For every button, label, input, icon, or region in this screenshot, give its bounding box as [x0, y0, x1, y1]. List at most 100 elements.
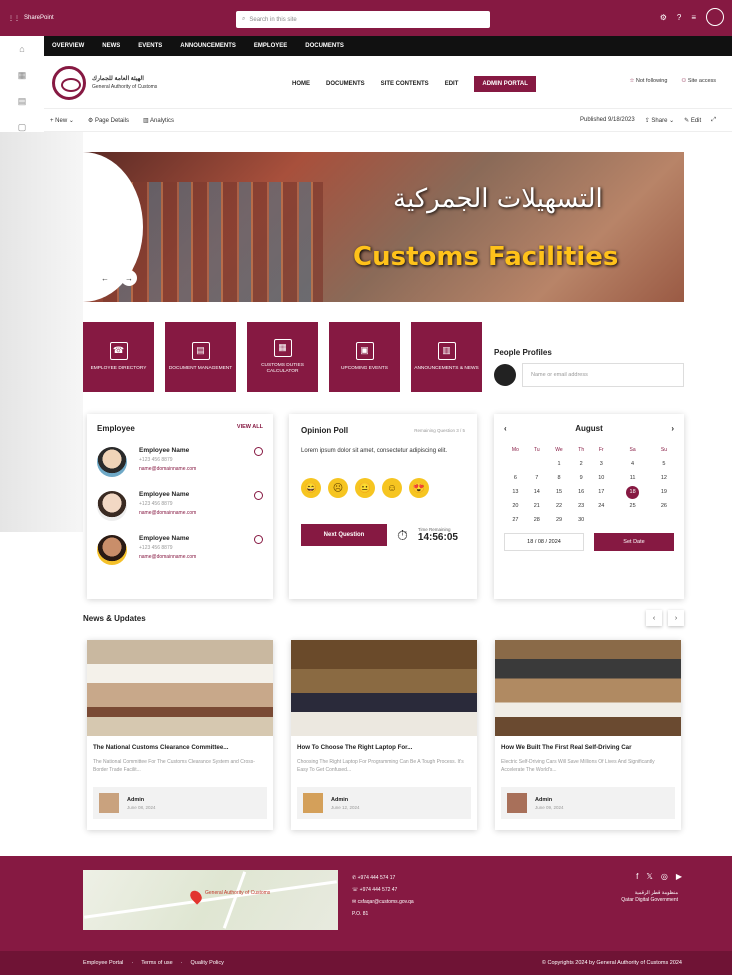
- app-launcher[interactable]: ⋮⋮ SharePoint: [0, 15, 230, 22]
- next-month-button[interactable]: ›: [671, 424, 674, 433]
- calendar-day[interactable]: 6: [504, 471, 527, 485]
- hero-next-button[interactable]: →: [121, 270, 137, 286]
- nav-documents[interactable]: DOCUMENTS: [326, 81, 365, 87]
- calendar-day[interactable]: 3: [591, 457, 611, 471]
- home-icon[interactable]: ⌂: [0, 36, 44, 62]
- facebook-icon[interactable]: f: [636, 872, 638, 881]
- news-card[interactable]: How We Built The First Real Self-Driving…: [495, 640, 681, 830]
- calendar-day-selected[interactable]: 18: [611, 485, 654, 499]
- set-date-button[interactable]: Set Date: [594, 533, 674, 551]
- topnav-news[interactable]: NEWS: [102, 43, 120, 49]
- news-icon[interactable]: ▤: [0, 88, 44, 114]
- employee-portal-link[interactable]: Employee Portal: [83, 960, 123, 966]
- tile-announcements-news[interactable]: ▥ ANNOUNCEMENTS & NEWS: [411, 322, 482, 392]
- calendar-day[interactable]: 21: [527, 499, 547, 513]
- admin-portal-button[interactable]: ADMIN PORTAL: [474, 76, 536, 92]
- employee-email[interactable]: name@domainname.com: [139, 510, 196, 516]
- tile-upcoming-events[interactable]: ▣ UPCOMING EVENTS: [329, 322, 400, 392]
- tile-customs-calculator[interactable]: ▦ CUSTOMS DUTIES CALCULATOR: [247, 322, 318, 392]
- date-input[interactable]: 18 / 08 / 2024: [504, 533, 584, 551]
- calendar-day[interactable]: [527, 457, 547, 471]
- edit-button[interactable]: ✎ Edit: [684, 117, 701, 124]
- calendar-day[interactable]: 25: [611, 499, 654, 513]
- calendar-day[interactable]: 7: [527, 471, 547, 485]
- quality-policy-link[interactable]: Quality Policy: [191, 960, 224, 966]
- topnav-overview[interactable]: OVERVIEW: [52, 43, 84, 49]
- employee-item[interactable]: Employee Name +123 456 8879 name@domainnam…: [97, 491, 263, 521]
- sites-icon[interactable]: ▦: [0, 62, 44, 88]
- tile-document-management[interactable]: ▤ DOCUMENT MANAGEMENT: [165, 322, 236, 392]
- people-search-input[interactable]: Name or email address: [522, 363, 684, 387]
- settings-icon[interactable]: ⚙: [660, 13, 667, 22]
- calendar-day[interactable]: 13: [504, 485, 527, 499]
- calendar-day[interactable]: 14: [527, 485, 547, 499]
- calendar-day[interactable]: 12: [654, 471, 674, 485]
- calendar-day[interactable]: 17: [591, 485, 611, 499]
- very-happy-emoji-icon[interactable]: 😄: [301, 478, 321, 498]
- view-all-link[interactable]: VIEW ALL: [237, 424, 263, 433]
- tile-employee-directory[interactable]: ☎ EMPLOYEE DIRECTORY: [83, 322, 154, 392]
- profile-icon[interactable]: [254, 491, 263, 500]
- smile-emoji-icon[interactable]: ☺: [382, 478, 402, 498]
- topnav-documents[interactable]: DOCUMENTS: [305, 43, 344, 49]
- employee-item[interactable]: Employee Name +123 456 8879 name@domainnam…: [97, 535, 263, 565]
- user-avatar[interactable]: [706, 8, 724, 26]
- email-link[interactable]: ✉ csfaqar@customs.gov.qa: [352, 896, 414, 908]
- calendar-day[interactable]: 27: [504, 513, 527, 527]
- calendar-day[interactable]: 11: [611, 471, 654, 485]
- calendar-day[interactable]: 20: [504, 499, 527, 513]
- topnav-employee[interactable]: EMPLOYEE: [254, 43, 287, 49]
- employee-item[interactable]: Employee Name +123 456 8879 name@domainnam…: [97, 447, 263, 477]
- phone-2[interactable]: ☏ +974 444 572 47: [352, 884, 414, 896]
- nav-site-contents[interactable]: SITE CONTENTS: [381, 81, 429, 87]
- profile-icon[interactable]: [254, 535, 263, 544]
- calendar-day[interactable]: [591, 513, 611, 527]
- nav-edit[interactable]: EDIT: [445, 81, 459, 87]
- instagram-icon[interactable]: ◎: [661, 872, 668, 881]
- calendar-day[interactable]: 24: [591, 499, 611, 513]
- analytics-button[interactable]: ▥ Analytics: [143, 117, 174, 124]
- site-access-button[interactable]: ⚇ Site access: [681, 78, 716, 84]
- youtube-icon[interactable]: ▶: [676, 872, 682, 881]
- hero-prev-button[interactable]: ←: [97, 270, 113, 286]
- calendar-day[interactable]: 9: [571, 471, 591, 485]
- search-input[interactable]: ⌕ Search in this site: [236, 11, 490, 28]
- love-emoji-icon[interactable]: 😍: [409, 478, 429, 498]
- topnav-announcements[interactable]: ANNOUNCEMENTS: [180, 43, 236, 49]
- calendar-day[interactable]: 15: [547, 485, 571, 499]
- sad-emoji-icon[interactable]: ☹: [328, 478, 348, 498]
- calendar-day[interactable]: 5: [654, 457, 674, 471]
- topnav-events[interactable]: EVENTS: [138, 43, 162, 49]
- prev-month-button[interactable]: ‹: [504, 424, 507, 433]
- calendar-day[interactable]: 30: [571, 513, 591, 527]
- expand-icon[interactable]: ⤢: [711, 117, 716, 124]
- news-prev-button[interactable]: ‹: [646, 610, 662, 626]
- news-card[interactable]: The National Customs Clearance Committee…: [87, 640, 273, 830]
- employee-email[interactable]: name@domainname.com: [139, 554, 196, 560]
- profile-icon[interactable]: [254, 447, 263, 456]
- x-icon[interactable]: 𝕏: [646, 872, 652, 881]
- calendar-day[interactable]: 10: [591, 471, 611, 485]
- calendar-day[interactable]: 29: [547, 513, 571, 527]
- news-next-button[interactable]: ›: [668, 610, 684, 626]
- calendar-day[interactable]: 28: [527, 513, 547, 527]
- calendar-day[interactable]: 26: [654, 499, 674, 513]
- page-details-button[interactable]: ⚙ Page Details: [88, 117, 129, 124]
- calendar-day[interactable]: [611, 513, 654, 527]
- waffle-icon[interactable]: ⋮⋮: [8, 15, 20, 22]
- follow-button[interactable]: ☆ Not following: [629, 78, 667, 84]
- calendar-day[interactable]: [504, 457, 527, 471]
- calendar-day[interactable]: 1: [547, 457, 571, 471]
- calendar-day[interactable]: 22: [547, 499, 571, 513]
- calendar-day[interactable]: 8: [547, 471, 571, 485]
- calendar-day[interactable]: 23: [571, 499, 591, 513]
- next-question-button[interactable]: Next Question: [301, 524, 387, 546]
- phone-1[interactable]: ✆ +974 444 574 17: [352, 872, 414, 884]
- neutral-emoji-icon[interactable]: 😐: [355, 478, 375, 498]
- help-icon[interactable]: ?: [677, 13, 681, 22]
- calendar-day[interactable]: 16: [571, 485, 591, 499]
- new-button[interactable]: + New ⌄: [50, 117, 74, 124]
- location-map[interactable]: General Authority of Customs: [83, 870, 338, 930]
- calendar-day[interactable]: 19: [654, 485, 674, 499]
- employee-email[interactable]: name@domainname.com: [139, 466, 196, 472]
